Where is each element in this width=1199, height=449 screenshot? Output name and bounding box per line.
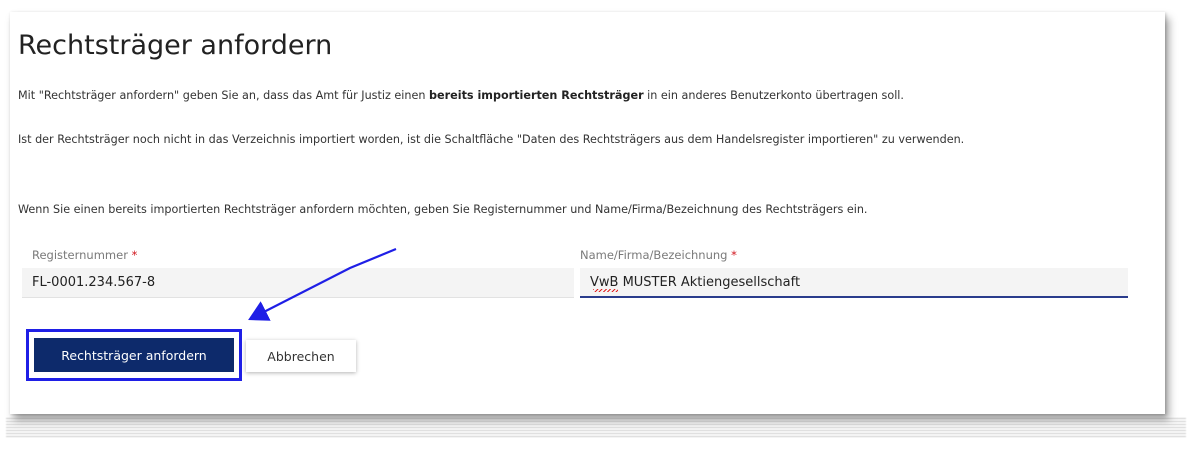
- page-title: Rechtsträger anfordern: [18, 30, 333, 61]
- name-label-text: Name/Firma/Bezeichnung: [580, 248, 728, 262]
- name-label: Name/Firma/Bezeichnung *: [580, 248, 737, 262]
- request-entity-button[interactable]: Rechtsträger anfordern: [34, 338, 234, 372]
- intro-text-start: Mit "Rechtsträger anfordern" geben Sie a…: [18, 89, 430, 102]
- required-marker: *: [731, 248, 737, 262]
- intro-text-bold: bereits importierten Rechtsträger: [429, 89, 644, 102]
- info-text: Ist der Rechtsträger noch nicht in das V…: [18, 133, 965, 146]
- spellcheck-underline: [593, 289, 618, 292]
- intro-text-end: in ein anderes Benutzerkonto übertragen …: [643, 89, 904, 102]
- panel-shadow: [6, 418, 1186, 438]
- register-number-label: Registernummer *: [32, 248, 137, 262]
- name-input[interactable]: [580, 268, 1128, 298]
- intro-text: Mit "Rechtsträger anfordern" geben Sie a…: [18, 86, 1148, 105]
- register-number-label-text: Registernummer: [32, 248, 128, 262]
- register-number-input[interactable]: [22, 268, 574, 298]
- cancel-button[interactable]: Abbrechen: [246, 340, 356, 372]
- required-marker: *: [131, 248, 138, 262]
- instruction-text: Wenn Sie einen bereits importierten Rech…: [18, 203, 868, 216]
